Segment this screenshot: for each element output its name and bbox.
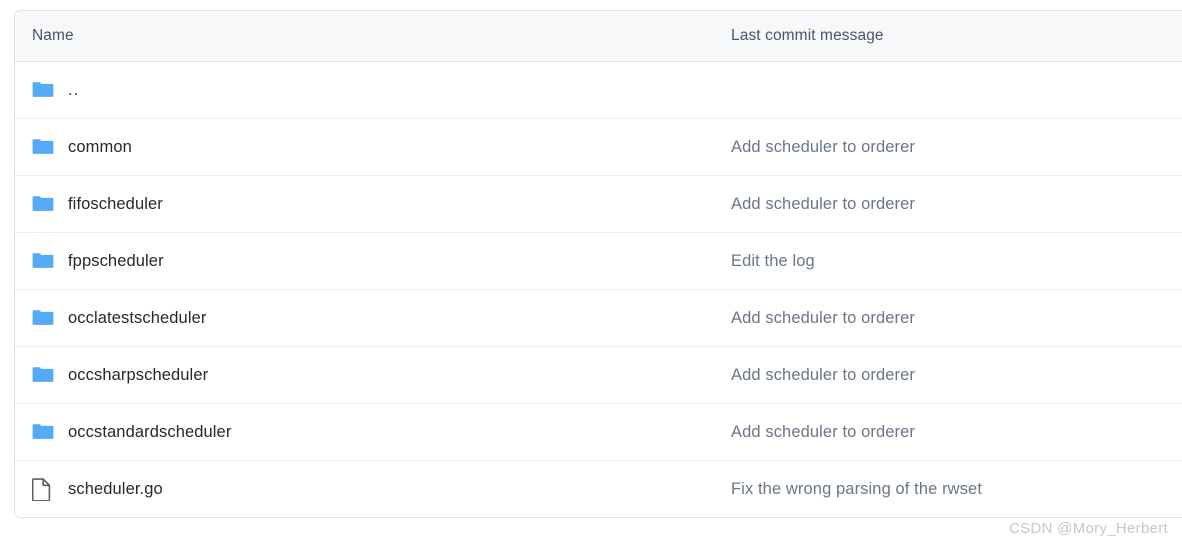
table-row[interactable]: occsharpscheduler Add scheduler to ordere… xyxy=(15,347,1182,404)
folder-icon xyxy=(32,136,68,158)
commit-message-link[interactable]: Add scheduler to orderer xyxy=(731,309,915,327)
cell-last-commit-message: Fix the wrong parsing of the rwset xyxy=(731,480,1182,499)
cell-name: occsharpscheduler xyxy=(15,364,731,386)
column-header-name-label: Name xyxy=(32,27,74,44)
table-header-row: Name Last commit message xyxy=(15,11,1182,62)
commit-message-link[interactable]: Add scheduler to orderer xyxy=(731,423,915,441)
table-row[interactable]: fppscheduler Edit the log xyxy=(15,233,1182,290)
cell-last-commit-message: Add scheduler to orderer xyxy=(731,138,1182,157)
folder-icon xyxy=(32,79,68,101)
file-listing-table: Name Last commit message .. common Add sch… xyxy=(14,10,1182,518)
folder-icon xyxy=(32,193,68,215)
cell-name: scheduler.go xyxy=(15,477,731,501)
cell-name: .. xyxy=(15,79,731,101)
cell-name: fppscheduler xyxy=(15,250,731,272)
cell-name: occstandardscheduler xyxy=(15,421,731,443)
table-row[interactable]: occstandardscheduler Add scheduler to ord… xyxy=(15,404,1182,461)
column-header-name[interactable]: Name xyxy=(15,27,731,45)
file-icon xyxy=(32,477,68,501)
cell-name: occlatestscheduler xyxy=(15,307,731,329)
file-browser-page: Name Last commit message .. common Add sch… xyxy=(0,0,1182,545)
cell-last-commit-message: Add scheduler to orderer xyxy=(731,423,1182,442)
cell-last-commit-message: Edit the log xyxy=(731,252,1182,271)
commit-message-link[interactable]: Edit the log xyxy=(731,252,815,270)
folder-icon xyxy=(32,307,68,329)
csdn-watermark: CSDN @Mory_Herbert xyxy=(1009,520,1168,537)
column-header-last-commit-message-label: Last commit message xyxy=(731,27,884,44)
entry-name-link[interactable]: scheduler.go xyxy=(68,480,163,499)
entry-name-link[interactable]: occsharpscheduler xyxy=(68,366,208,385)
entry-name-link[interactable]: occlatestscheduler xyxy=(68,309,206,328)
entry-name-link[interactable]: fppscheduler xyxy=(68,252,164,271)
entry-name-link[interactable]: fifoscheduler xyxy=(68,195,163,214)
table-row[interactable]: scheduler.go Fix the wrong parsing of the… xyxy=(15,461,1182,517)
cell-last-commit-message: Add scheduler to orderer xyxy=(731,309,1182,328)
folder-icon xyxy=(32,364,68,386)
table-row[interactable]: .. xyxy=(15,62,1182,119)
folder-icon xyxy=(32,421,68,443)
commit-message-link[interactable]: Add scheduler to orderer xyxy=(731,195,915,213)
column-header-last-commit-message[interactable]: Last commit message xyxy=(731,27,1182,45)
folder-icon xyxy=(32,250,68,272)
table-body: .. common Add scheduler to orderer fifosche… xyxy=(15,62,1182,517)
cell-name: fifoscheduler xyxy=(15,193,731,215)
commit-message-link[interactable]: Add scheduler to orderer xyxy=(731,138,915,156)
entry-name-link[interactable]: common xyxy=(68,138,132,157)
cell-name: common xyxy=(15,136,731,158)
table-row[interactable]: fifoscheduler Add scheduler to orderer xyxy=(15,176,1182,233)
table-row[interactable]: occlatestscheduler Add scheduler to order… xyxy=(15,290,1182,347)
cell-last-commit-message: Add scheduler to orderer xyxy=(731,366,1182,385)
table-row[interactable]: common Add scheduler to orderer xyxy=(15,119,1182,176)
commit-message-link[interactable]: Add scheduler to orderer xyxy=(731,366,915,384)
entry-name-link[interactable]: occstandardscheduler xyxy=(68,423,231,442)
commit-message-link[interactable]: Fix the wrong parsing of the rwset xyxy=(731,480,982,498)
cell-last-commit-message: Add scheduler to orderer xyxy=(731,195,1182,214)
entry-name-link[interactable]: .. xyxy=(68,81,79,100)
